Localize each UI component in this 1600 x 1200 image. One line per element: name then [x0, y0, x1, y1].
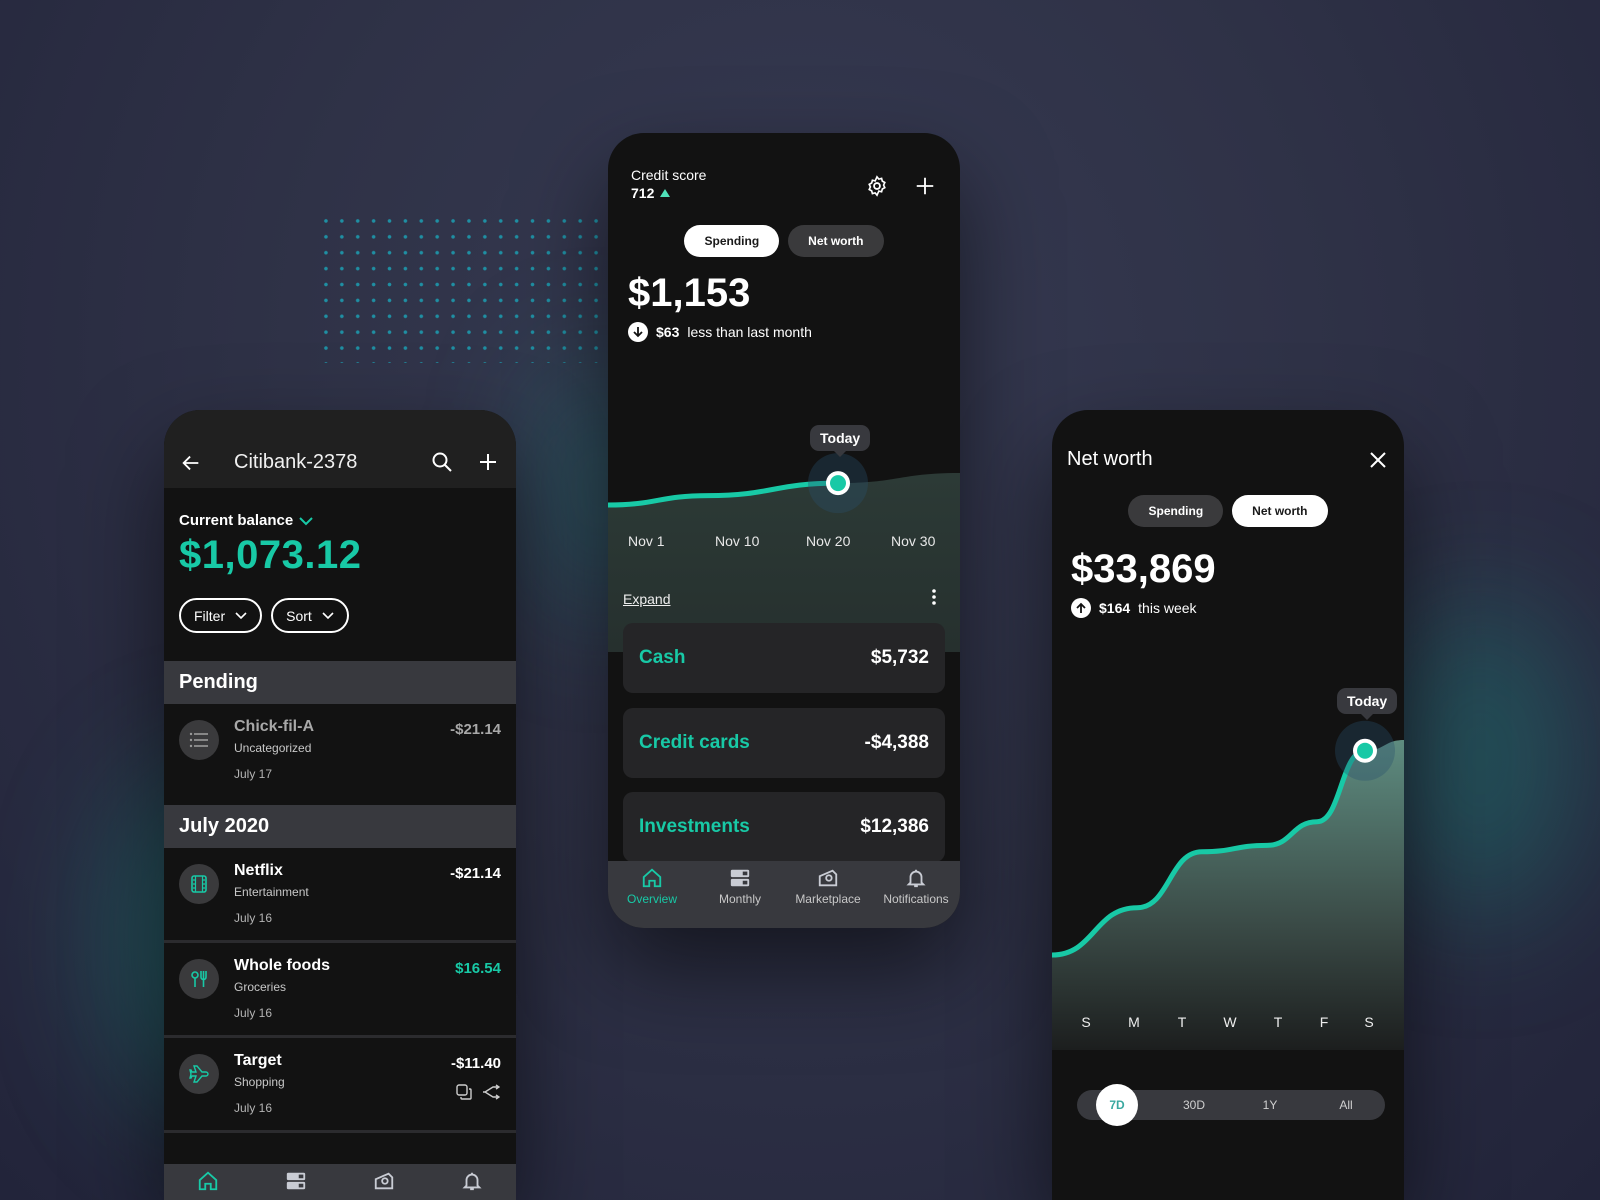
chevron-down-icon [322, 611, 334, 619]
bell-icon[interactable] [461, 1170, 483, 1192]
merchant-name: Netflix [234, 862, 283, 879]
account-value: $5,732 [870, 647, 929, 668]
chart-tooltip: Today [810, 425, 871, 457]
nav-marketplace[interactable]: Marketplace [784, 867, 872, 928]
chevron-down-icon [299, 516, 313, 525]
account-label: Credit cards [639, 732, 750, 753]
current-balance: $1,073.12 [179, 533, 362, 577]
section-header-pending: Pending [164, 661, 516, 704]
nav-label: Notifications [883, 892, 949, 906]
chart-area-fill [1052, 740, 1404, 1050]
x-tick-label: Nov 1 [628, 533, 665, 549]
transaction-row[interactable]: Netflix Entertainment July 16 -$21.14 [164, 848, 516, 943]
more-options-icon[interactable] [932, 589, 936, 605]
expand-link[interactable]: Expand [623, 591, 670, 607]
account-title: Citibank-2378 [234, 451, 358, 473]
bell-icon [906, 869, 926, 888]
chart-tooltip: Today [1337, 688, 1398, 720]
x-tick-label: T [1177, 1014, 1187, 1030]
date: July 16 [234, 911, 273, 925]
copy-icon[interactable] [456, 1084, 472, 1100]
marketplace-icon[interactable] [373, 1170, 395, 1192]
highlight-point-core [830, 475, 846, 492]
nav-overview[interactable]: Overview [608, 867, 696, 928]
marketplace-icon [818, 869, 838, 887]
account-card-cash[interactable]: Cash $5,732 [623, 623, 945, 693]
nav-label: Monthly [718, 892, 762, 906]
range-all[interactable]: All [1339, 1090, 1352, 1120]
search-icon[interactable] [430, 450, 454, 474]
home-icon[interactable] [197, 1170, 219, 1192]
account-card-credit-cards[interactable]: Credit cards -$4,388 [623, 708, 945, 778]
filter-button[interactable]: Filter [179, 598, 263, 633]
range-1y[interactable]: 1Y [1263, 1090, 1278, 1120]
account-value: -$4,388 [864, 732, 929, 753]
film-icon [179, 864, 219, 904]
category: Shopping [234, 1075, 285, 1089]
account-label: Investments [639, 816, 750, 837]
plus-icon[interactable] [476, 450, 500, 474]
bottom-nav [164, 1164, 516, 1200]
x-tick-label: Nov 30 [891, 533, 936, 549]
x-tick-label: Nov 10 [715, 533, 760, 549]
sort-label: Sort [286, 607, 312, 624]
balance-panel: Current balance $1,073.12 Filter Sort [164, 488, 516, 661]
range-30d[interactable]: 30D [1183, 1090, 1205, 1120]
chevron-down-icon [235, 611, 247, 619]
arrow-left-icon[interactable] [180, 452, 202, 474]
account-transactions-screen: Citibank-2378 Current balance $1,073.12 … [164, 410, 516, 1200]
date: July 16 [234, 1101, 273, 1115]
transaction-row[interactable]: Whole foods Groceries July 16 $16.54 [164, 943, 516, 1038]
account-card-investments[interactable]: Investments $12,386 [623, 792, 945, 862]
bottom-nav: Overview Monthly Marketplace Notificatio… [608, 861, 960, 928]
nav-label: Overview [626, 892, 677, 906]
balance-dropdown[interactable]: Current balance [179, 512, 501, 529]
category: Entertainment [234, 885, 309, 899]
account-label: Cash [639, 647, 686, 668]
home-icon [642, 868, 662, 888]
nav-notifications[interactable]: Notifications [872, 867, 960, 928]
range-7d[interactable]: 7D [1096, 1084, 1138, 1126]
monthly-icon[interactable] [285, 1170, 307, 1192]
x-tick-label: F [1319, 1014, 1329, 1030]
airplane-icon [179, 1054, 219, 1094]
net-worth-screen: Net worth Spending Net worth $33,869 $16… [1052, 410, 1404, 1200]
overview-screen: Credit score 712 Spending Net worth $1,1… [608, 133, 960, 928]
background-glow [1380, 600, 1580, 920]
list-icon [179, 720, 219, 760]
x-tick-label: Nov 20 [806, 533, 851, 549]
account-value: $12,386 [860, 816, 929, 837]
sort-button[interactable]: Sort [271, 598, 349, 633]
utensils-icon [179, 959, 219, 999]
merchant-name: Target [234, 1052, 282, 1069]
highlight-point-core [1357, 742, 1373, 759]
x-tick-label: S [1081, 1014, 1091, 1030]
app-bar: Citibank-2378 [164, 410, 516, 488]
x-tick-label: W [1223, 1014, 1237, 1030]
filter-label: Filter [194, 607, 226, 624]
category: Uncategorized [234, 741, 312, 755]
merchant-name: Chick-fil-A [234, 718, 314, 735]
category: Groceries [234, 980, 287, 994]
date: July 17 [234, 767, 273, 781]
section-header-month: July 2020 [164, 805, 516, 848]
amount: -$21.14 [450, 865, 501, 882]
amount: $16.54 [455, 960, 501, 977]
x-tick-label: M [1128, 1014, 1140, 1030]
split-icon[interactable] [482, 1084, 500, 1100]
x-tick-label: S [1364, 1014, 1374, 1030]
nav-label: Marketplace [795, 892, 861, 906]
transaction-row[interactable]: Chick-fil-A Uncategorized July 17 -$21.1… [164, 704, 516, 805]
x-tick-label: T [1273, 1014, 1283, 1030]
monthly-icon [730, 869, 750, 887]
amount: -$21.14 [450, 721, 501, 738]
dot-pattern-decoration [318, 213, 618, 363]
merchant-name: Whole foods [234, 957, 330, 974]
time-range-selector: 7D 30D 1Y All [1077, 1084, 1385, 1126]
date: July 16 [234, 1006, 273, 1020]
net-worth-chart [1052, 720, 1404, 1050]
nav-monthly[interactable]: Monthly [696, 867, 784, 928]
balance-label: Current balance [179, 512, 294, 529]
transaction-row[interactable]: Target Shopping July 16 -$11.40 [164, 1038, 516, 1133]
